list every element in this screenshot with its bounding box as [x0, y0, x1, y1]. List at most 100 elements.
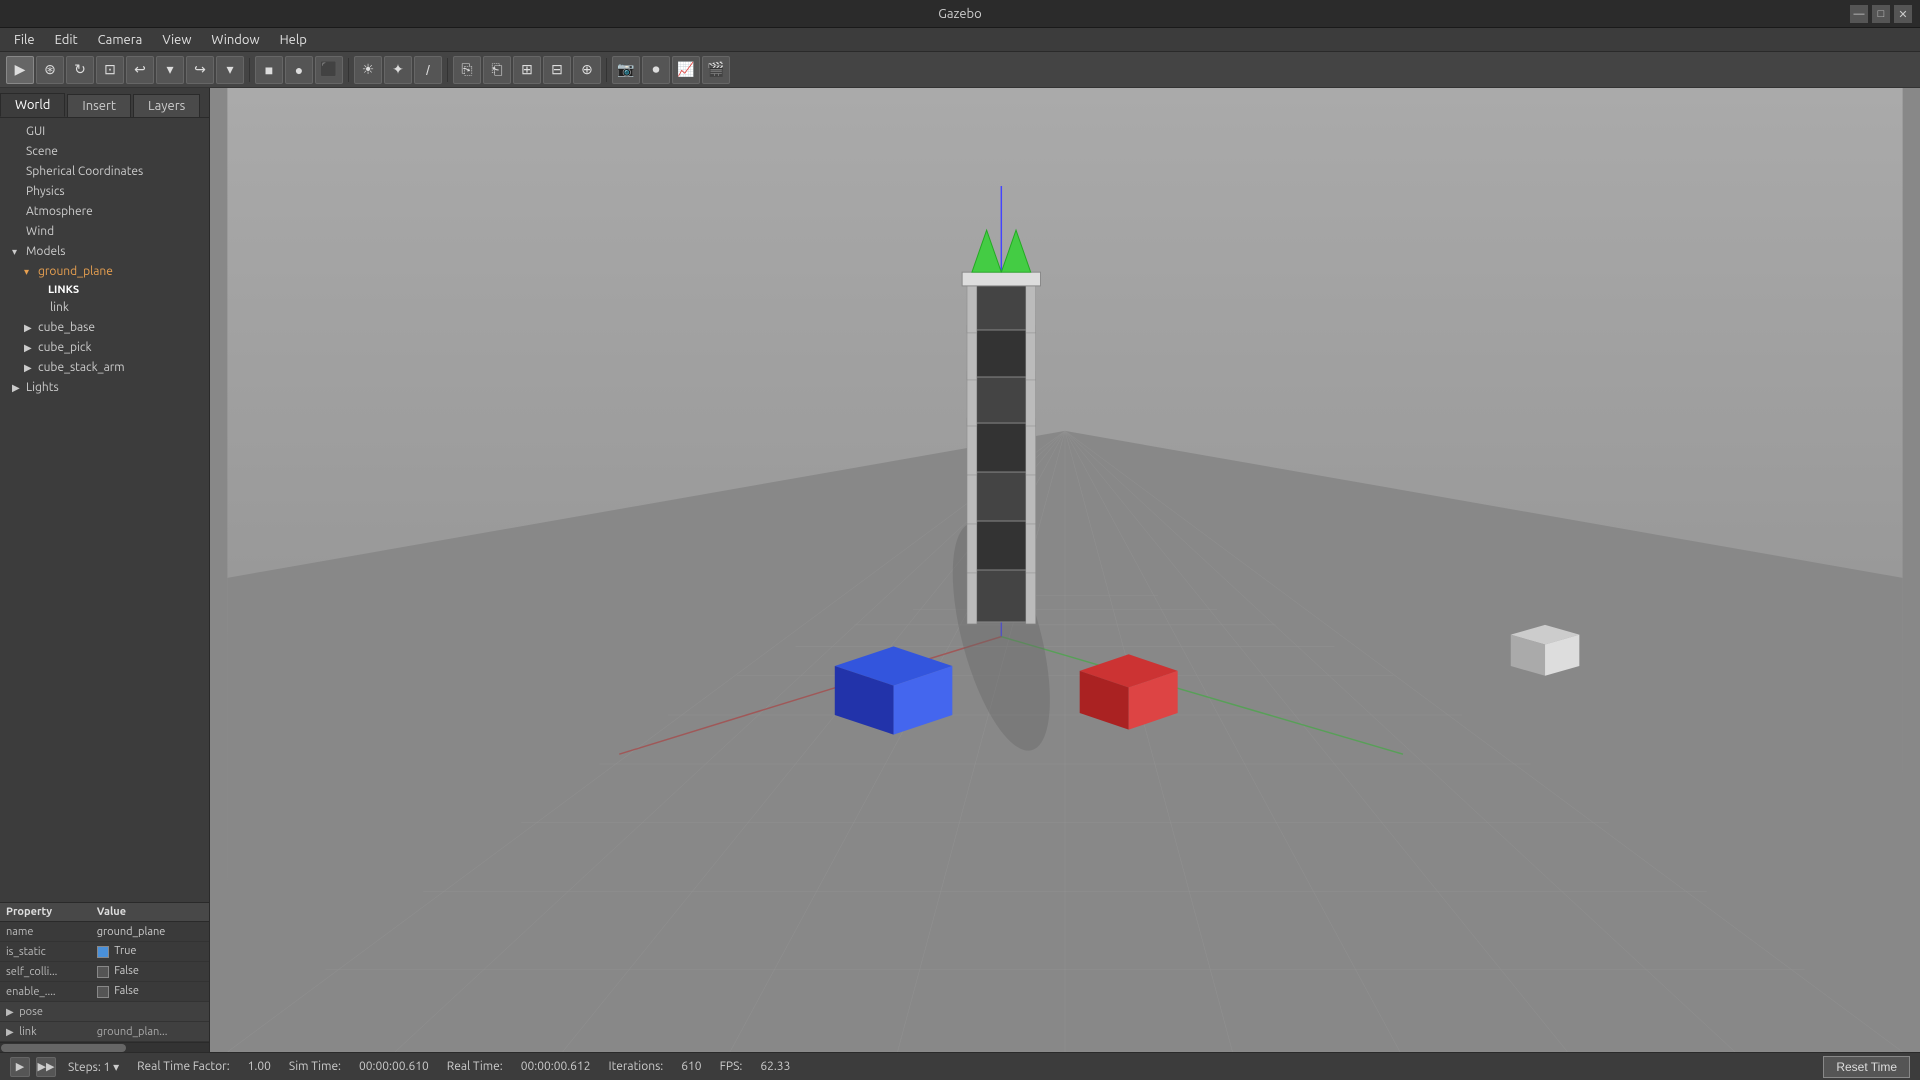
menu-view[interactable]: View	[152, 31, 201, 49]
steps-dropdown[interactable]: 1 ▾	[104, 1061, 120, 1074]
scene-label: Scene	[26, 143, 58, 161]
cube-stack-arm-label: cube_stack_arm	[38, 359, 125, 377]
tree-item-scene[interactable]: Scene	[0, 142, 209, 162]
tree-item-wind[interactable]: Wind	[0, 222, 209, 242]
tree-item-ground-plane[interactable]: ▾ ground_plane	[0, 262, 209, 282]
gui-label: GUI	[26, 123, 45, 141]
tree-item-models[interactable]: ▾ Models	[0, 242, 209, 262]
physics-label: Physics	[26, 183, 65, 201]
toolbar-separator-2	[348, 58, 349, 82]
plot-button[interactable]: 📈	[672, 56, 700, 84]
prop-row-selfcoll: self_colli... False	[0, 962, 209, 982]
menu-edit[interactable]: Edit	[45, 31, 88, 49]
step-button[interactable]: ▶▶	[36, 1057, 56, 1077]
cube-pick-arrow: ▶	[24, 339, 34, 357]
arm-module-5	[967, 418, 1036, 475]
prop-isstatic-value[interactable]: True	[91, 942, 209, 962]
main-layout: World Insert Layers GUI Scene Spherical …	[0, 88, 1920, 1052]
tree-item-cube-base[interactable]: ▶ cube_base	[0, 318, 209, 338]
box-tool-button[interactable]: ■	[255, 56, 283, 84]
reset-time-button[interactable]: Reset Time	[1823, 1056, 1910, 1078]
window-controls: — □ ✕	[1850, 0, 1912, 28]
scale-tool-button[interactable]: ⊡	[96, 56, 124, 84]
measure-button[interactable]: ⊕	[573, 56, 601, 84]
undo-arrow-button[interactable]: ▾	[156, 56, 184, 84]
tree-item-gui[interactable]: GUI	[0, 122, 209, 142]
enable-checkbox[interactable]	[97, 986, 109, 998]
maximize-button[interactable]: □	[1872, 5, 1890, 23]
fps-value: 62.33	[754, 1060, 796, 1073]
tree-item-cube-pick[interactable]: ▶ cube_pick	[0, 338, 209, 358]
paste-button[interactable]: ⎗	[483, 56, 511, 84]
ground-plane-arrow: ▾	[24, 263, 34, 281]
realtime-factor-label: Real Time Factor:	[131, 1060, 236, 1073]
self-coll-checkbox[interactable]	[97, 966, 109, 978]
prop-enable-value[interactable]: False	[91, 982, 209, 1002]
left-scrollbar-thumb[interactable]	[1, 1044, 126, 1052]
properties-table: Property Value name ground_plane is_stat…	[0, 903, 209, 1042]
menu-help[interactable]: Help	[270, 31, 317, 49]
tree-item-cube-stack-arm[interactable]: ▶ cube_stack_arm	[0, 358, 209, 378]
viewport[interactable]	[210, 88, 1920, 1052]
arm-module-7	[967, 516, 1036, 573]
menu-camera[interactable]: Camera	[88, 31, 153, 49]
tree-section-world: GUI Scene Spherical Coordinates Physics …	[0, 120, 209, 400]
tree-area[interactable]: GUI Scene Spherical Coordinates Physics …	[0, 118, 209, 902]
menubar: File Edit Camera View Window Help	[0, 28, 1920, 52]
translate-tool-button[interactable]: ⊛	[36, 56, 64, 84]
copy-button[interactable]: ⎘	[453, 56, 481, 84]
tree-item-physics[interactable]: Physics	[0, 182, 209, 202]
prop-enable-key: enable_....	[0, 982, 91, 1002]
is-static-checkbox[interactable]	[97, 946, 109, 958]
prop-link-key[interactable]: ▶ link	[0, 1022, 91, 1042]
viewport-canvas	[210, 88, 1920, 1052]
link-label: link	[50, 299, 69, 317]
directional-light-button[interactable]: /	[414, 56, 442, 84]
wind-label: Wind	[26, 223, 54, 241]
select-tool-button[interactable]: ▶	[6, 56, 34, 84]
tree-links-header: LINKS	[0, 282, 209, 298]
lights-arrow: ▶	[12, 379, 22, 397]
tab-world[interactable]: World	[0, 93, 65, 117]
record-button[interactable]: ⏺	[642, 56, 670, 84]
prop-header-value: Value	[91, 903, 209, 922]
video-button[interactable]: 🎬	[702, 56, 730, 84]
redo-button[interactable]: ↪	[186, 56, 214, 84]
lights-label: Lights	[26, 379, 59, 397]
prop-row-pose[interactable]: ▶ pose	[0, 1002, 209, 1022]
close-button[interactable]: ✕	[1894, 5, 1912, 23]
link-key-label: link	[19, 1026, 36, 1038]
rotate-tool-button[interactable]: ↻	[66, 56, 94, 84]
cylinder-tool-button[interactable]: ⬛	[315, 56, 343, 84]
pose-label: pose	[19, 1006, 43, 1018]
menu-window[interactable]: Window	[201, 31, 269, 49]
tree-item-lights[interactable]: ▶ Lights	[0, 378, 209, 398]
prop-name-key: name	[0, 922, 91, 942]
minimize-button[interactable]: —	[1850, 5, 1868, 23]
prop-name-value[interactable]: ground_plane	[91, 922, 209, 942]
prop-pose-cell[interactable]: ▶ pose	[0, 1002, 209, 1022]
tree-item-atmosphere[interactable]: Atmosphere	[0, 202, 209, 222]
point-light-button[interactable]: ☀	[354, 56, 382, 84]
tab-layers[interactable]: Layers	[133, 94, 200, 117]
prop-selfcoll-value[interactable]: False	[91, 962, 209, 982]
spot-light-button[interactable]: ✦	[384, 56, 412, 84]
play-button[interactable]: ▶	[10, 1057, 30, 1077]
menu-file[interactable]: File	[4, 31, 45, 49]
sim-time-label: Sim Time:	[283, 1060, 347, 1073]
sphere-tool-button[interactable]: ●	[285, 56, 313, 84]
tree-item-spherical-coords[interactable]: Spherical Coordinates	[0, 162, 209, 182]
left-panel: World Insert Layers GUI Scene Spherical …	[0, 88, 210, 1052]
redo-arrow-button[interactable]: ▾	[216, 56, 244, 84]
cube-base-arrow: ▶	[24, 319, 34, 337]
undo-button[interactable]: ↩	[126, 56, 154, 84]
viewport-svg	[210, 88, 1920, 1052]
prop-selfcoll-key: self_colli...	[0, 962, 91, 982]
snap-button[interactable]: ⊟	[543, 56, 571, 84]
tree-item-link[interactable]: link	[0, 298, 209, 318]
screenshot-button[interactable]: 📷	[612, 56, 640, 84]
left-panel-scrollbar[interactable]	[0, 1042, 209, 1052]
prop-row-link[interactable]: ▶ link ground_plan...	[0, 1022, 209, 1042]
tab-insert[interactable]: Insert	[67, 94, 131, 117]
align-button[interactable]: ⊞	[513, 56, 541, 84]
